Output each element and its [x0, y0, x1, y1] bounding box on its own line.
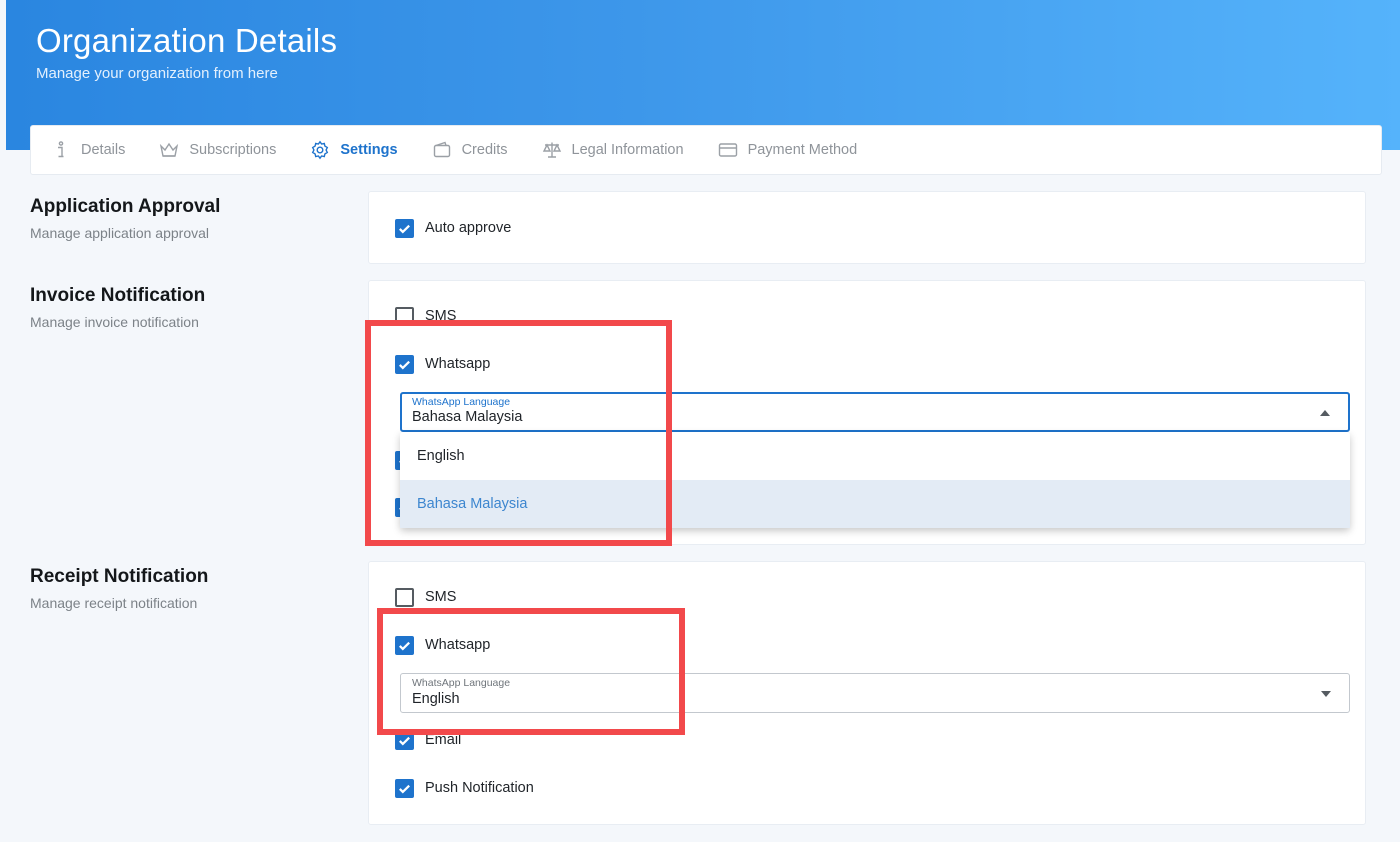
checkbox-label: Push Notification: [425, 780, 534, 796]
auto-approve-checkbox[interactable]: Auto approve: [395, 218, 511, 238]
checkbox-label: Whatsapp: [425, 356, 491, 372]
receipt-push-checkbox[interactable]: Push Notification: [395, 778, 534, 798]
scale-icon: [542, 142, 561, 158]
section-title-invoice-notification: Invoice Notification: [30, 285, 206, 306]
checkbox-unchecked-icon: [395, 587, 414, 607]
checkbox-checked-icon: [395, 635, 414, 655]
page-title: Organization Details: [36, 22, 338, 59]
section-title-application-approval: Application Approval: [30, 196, 221, 217]
dropdown-option-english[interactable]: English: [400, 432, 1350, 480]
tab-label: Legal Information: [571, 142, 684, 158]
tab-label: Details: [81, 142, 126, 158]
select-label: WhatsApp Language: [412, 677, 511, 689]
checkbox-label: SMS: [425, 308, 457, 324]
receipt-whatsapp-checkbox[interactable]: Whatsapp: [395, 635, 490, 655]
invoice-sms-checkbox[interactable]: SMS: [395, 306, 456, 326]
receipt-sms-checkbox[interactable]: SMS: [395, 587, 456, 607]
receipt-email-checkbox[interactable]: Email: [395, 730, 461, 750]
checkbox-checked-icon: [395, 778, 414, 798]
dropdown-option-bahasa-malaysia[interactable]: Bahasa Malaysia: [400, 480, 1350, 528]
section-subtitle-receipt-notification: Manage receipt notification: [30, 595, 198, 611]
tab-credits[interactable]: Credits: [432, 126, 508, 174]
info-icon: [58, 141, 64, 158]
tab-label: Payment Method: [747, 142, 858, 158]
receipt-whatsapp-language-select[interactable]: WhatsApp Language English: [400, 673, 1350, 713]
checkbox-unchecked-icon: [395, 306, 414, 326]
tab-bar: Details Subscriptions Settings Credits L…: [30, 125, 1382, 175]
section-subtitle-invoice-notification: Manage invoice notification: [30, 314, 199, 330]
checkbox-label: SMS: [425, 589, 457, 605]
card-icon: [718, 143, 737, 157]
page-subtitle: Manage your organization from here: [36, 65, 278, 82]
tab-legal-information[interactable]: Legal Information: [542, 126, 684, 174]
section-subtitle-application-approval: Manage application approval: [30, 225, 210, 241]
select-value: English: [412, 691, 460, 707]
caret-down-icon[interactable]: [1321, 691, 1331, 697]
section-title-receipt-notification: Receipt Notification: [30, 566, 209, 587]
checkbox-checked-icon: [395, 354, 414, 374]
tab-label: Credits: [461, 142, 508, 158]
checkbox-label: Whatsapp: [425, 637, 491, 653]
application-approval-card: [368, 191, 1366, 264]
language-dropdown-menu: English Bahasa Malaysia: [400, 432, 1350, 528]
tab-label: Settings: [340, 142, 398, 158]
tab-payment-method[interactable]: Payment Method: [718, 126, 858, 174]
select-label: WhatsApp Language: [412, 396, 511, 408]
tab-subscriptions[interactable]: Subscriptions: [159, 126, 276, 174]
caret-up-icon[interactable]: [1320, 410, 1330, 416]
tab-settings[interactable]: Settings: [310, 126, 398, 174]
invoice-whatsapp-language-select[interactable]: WhatsApp Language Bahasa Malaysia: [400, 392, 1350, 432]
checkbox-checked-icon: [395, 730, 414, 750]
checkbox-checked-icon: [395, 218, 414, 238]
gear-icon: [312, 140, 329, 160]
tab-details[interactable]: Details: [51, 126, 125, 174]
select-value: Bahasa Malaysia: [412, 409, 523, 425]
tab-label: Subscriptions: [189, 142, 277, 158]
wallet-icon: [433, 141, 450, 158]
checkbox-label: Email: [425, 732, 462, 748]
crown-icon: [160, 142, 179, 157]
invoice-whatsapp-checkbox[interactable]: Whatsapp: [395, 354, 490, 374]
checkbox-label: Auto approve: [425, 220, 512, 236]
